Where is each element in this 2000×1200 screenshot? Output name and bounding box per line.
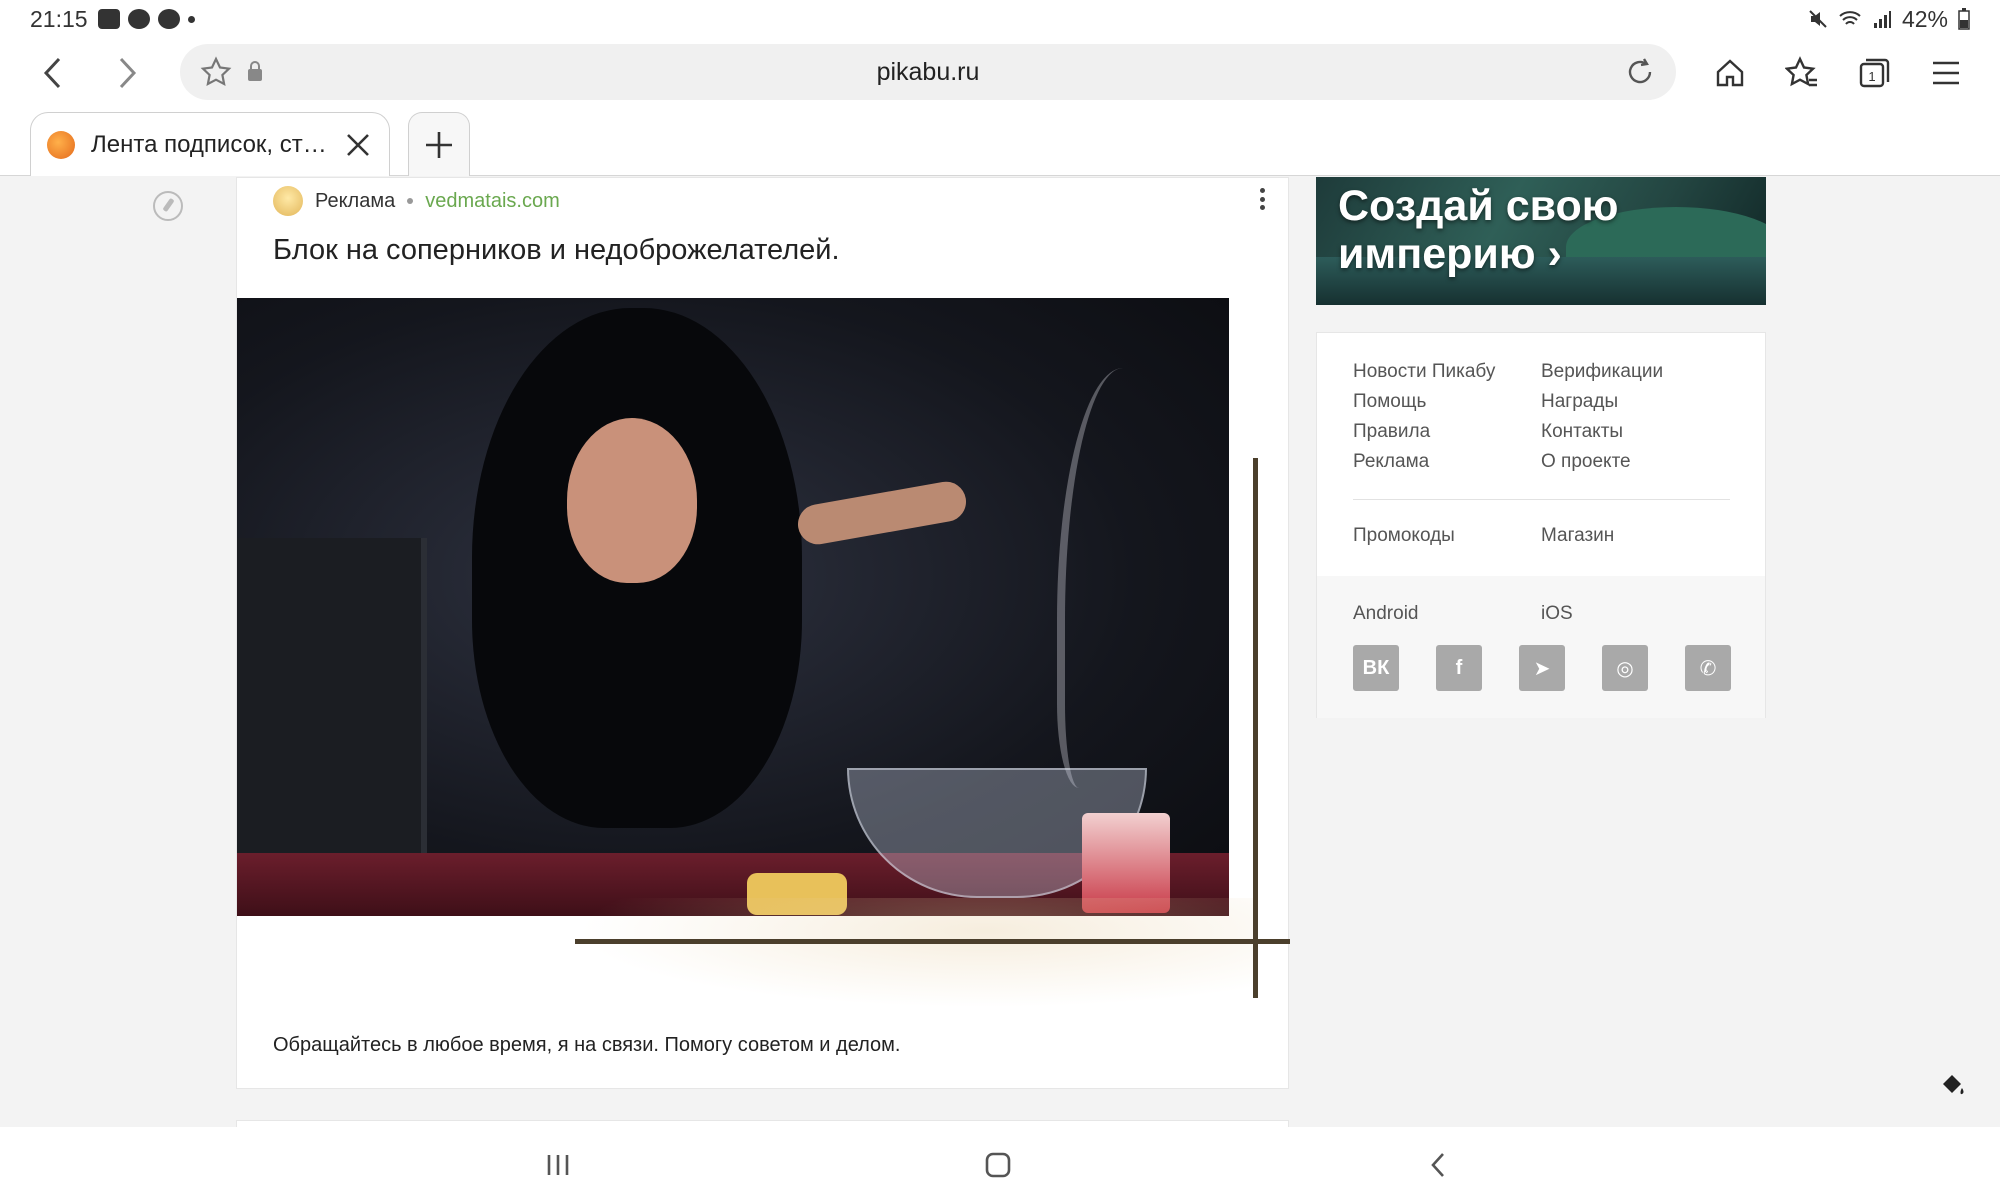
home-nav-button[interactable] xyxy=(978,1147,1018,1183)
tab-strip: Лента подписок, стр... xyxy=(0,108,2000,176)
tabs-icon: 1 xyxy=(1859,58,1890,88)
ad-domain-link[interactable]: vedmatais.com xyxy=(425,190,560,213)
mute-icon xyxy=(1809,10,1827,28)
post-title[interactable]: Блок на соперников и недоброжелателей. xyxy=(273,234,840,267)
link-shop[interactable]: Магазин xyxy=(1541,525,1729,547)
post-image[interactable] xyxy=(237,298,1229,916)
vk-icon[interactable]: ВК xyxy=(1353,645,1399,691)
telegram-icon[interactable]: ➤ xyxy=(1519,645,1565,691)
link-rules[interactable]: Правила xyxy=(1353,419,1541,444)
wifi-icon xyxy=(1839,11,1861,25)
paint-bucket-icon[interactable] xyxy=(1937,1070,1967,1100)
account-icon xyxy=(157,9,180,29)
battery-icon xyxy=(1958,8,1970,30)
browser-tab-active[interactable]: Лента подписок, стр... xyxy=(30,112,390,176)
link-news[interactable]: Новости Пикабу xyxy=(1353,359,1541,384)
link-advertising[interactable]: Реклама xyxy=(1353,449,1541,474)
image-frame-horizontal xyxy=(575,939,1290,944)
youtube-icon xyxy=(97,9,120,29)
footer-links-card: Новости Пикабу Верификации Помощь Наград… xyxy=(1316,332,1766,718)
back-nav-icon xyxy=(1431,1153,1444,1177)
pikabu-favicon-icon xyxy=(47,130,75,159)
advertiser-avatar[interactable] xyxy=(273,186,303,216)
compass-icon[interactable] xyxy=(153,191,183,221)
link-contacts[interactable]: Контакты xyxy=(1541,419,1729,444)
status-bar: 21:15 42% xyxy=(0,0,2000,38)
ad-post-card: Реклама vedmatais.com Блок на соперников… xyxy=(236,177,1290,1089)
more-options-button[interactable] xyxy=(1258,184,1266,214)
lock-icon xyxy=(248,61,262,81)
new-tab-button[interactable] xyxy=(408,112,470,176)
social-links: ВК f ➤ ◎ ✆ xyxy=(1353,645,1731,691)
kebab-dot xyxy=(1259,188,1265,193)
browser-toolbar: pikabu.ru 1 xyxy=(0,38,2000,108)
kebab-dot xyxy=(1259,205,1265,210)
home-icon xyxy=(1716,59,1744,87)
tab-count: 1 xyxy=(1868,69,1875,84)
link-promocodes[interactable]: Промокоды xyxy=(1353,525,1541,547)
kebab-dot xyxy=(1259,196,1265,202)
image-smoke xyxy=(1057,368,1167,788)
address-bar[interactable]: pikabu.ru xyxy=(180,44,1676,100)
divider xyxy=(1353,499,1730,500)
bookmark-star-icon[interactable] xyxy=(200,56,232,88)
back-button[interactable] xyxy=(16,38,90,108)
image-figure-face xyxy=(567,418,697,583)
signal-icon xyxy=(1873,11,1891,28)
close-icon[interactable] xyxy=(343,130,373,160)
viber-icon[interactable]: ✆ xyxy=(1685,645,1731,691)
footer-links-secondary: Промокоды Магазин xyxy=(1353,525,1729,547)
bookmarks-button[interactable] xyxy=(1784,55,1820,91)
forward-button[interactable] xyxy=(90,38,164,108)
link-awards[interactable]: Награды xyxy=(1541,389,1729,414)
link-verifications[interactable]: Верификации xyxy=(1541,359,1729,384)
post-body: Обращайтесь в любое время, я на связи. П… xyxy=(273,1034,901,1056)
system-navigation-bar xyxy=(0,1127,2000,1200)
link-android[interactable]: Android xyxy=(1353,603,1541,625)
menu-button[interactable] xyxy=(1928,55,1964,91)
status-time: 21:15 xyxy=(30,5,88,32)
promo-text: Создай свою империю › xyxy=(1338,182,1619,278)
tab-title: Лента подписок, стр... xyxy=(91,130,329,158)
plus-icon xyxy=(426,131,452,158)
footer-links: Новости Пикабу Верификации Помощь Наград… xyxy=(1353,359,1729,474)
back-nav-button[interactable] xyxy=(1418,1147,1458,1183)
image-frame-vertical xyxy=(1253,458,1258,998)
battery-percent: 42% xyxy=(1901,5,1948,32)
separator-dot xyxy=(407,198,414,204)
tabs-button[interactable]: 1 xyxy=(1856,55,1892,91)
recent-apps-icon xyxy=(547,1155,569,1175)
facebook-icon[interactable]: f xyxy=(1436,645,1482,691)
post-header: Реклама vedmatais.com xyxy=(273,186,560,216)
home-nav-icon xyxy=(985,1152,1011,1178)
image-figure-arm xyxy=(794,478,970,548)
link-ios[interactable]: iOS xyxy=(1541,603,1729,625)
menu-icon xyxy=(1933,61,1959,85)
forward-icon xyxy=(119,57,137,89)
back-icon xyxy=(43,57,61,89)
link-about[interactable]: О проекте xyxy=(1541,449,1729,474)
link-help[interactable]: Помощь xyxy=(1353,389,1541,414)
next-post-card xyxy=(236,1120,1289,1127)
bookmarks-icon xyxy=(1785,56,1817,87)
more-notifications-dot xyxy=(187,15,195,23)
image-frame-glow xyxy=(577,898,1257,1008)
reload-icon[interactable] xyxy=(1624,56,1656,88)
app-links: Android iOS xyxy=(1353,603,1729,625)
page-content: Реклама vedmatais.com Блок на соперников… xyxy=(0,177,2000,1127)
recent-apps-button[interactable] xyxy=(538,1147,578,1183)
apps-section: Android iOS ВК f ➤ ◎ ✆ xyxy=(1317,576,1765,718)
promo-banner[interactable]: Создай свою империю › xyxy=(1316,177,1766,305)
ad-label: Реклама xyxy=(315,189,396,212)
cast-icon xyxy=(127,9,150,29)
instagram-icon[interactable]: ◎ xyxy=(1602,645,1648,691)
url-text[interactable]: pikabu.ru xyxy=(180,58,1676,87)
home-button[interactable] xyxy=(1712,55,1748,91)
